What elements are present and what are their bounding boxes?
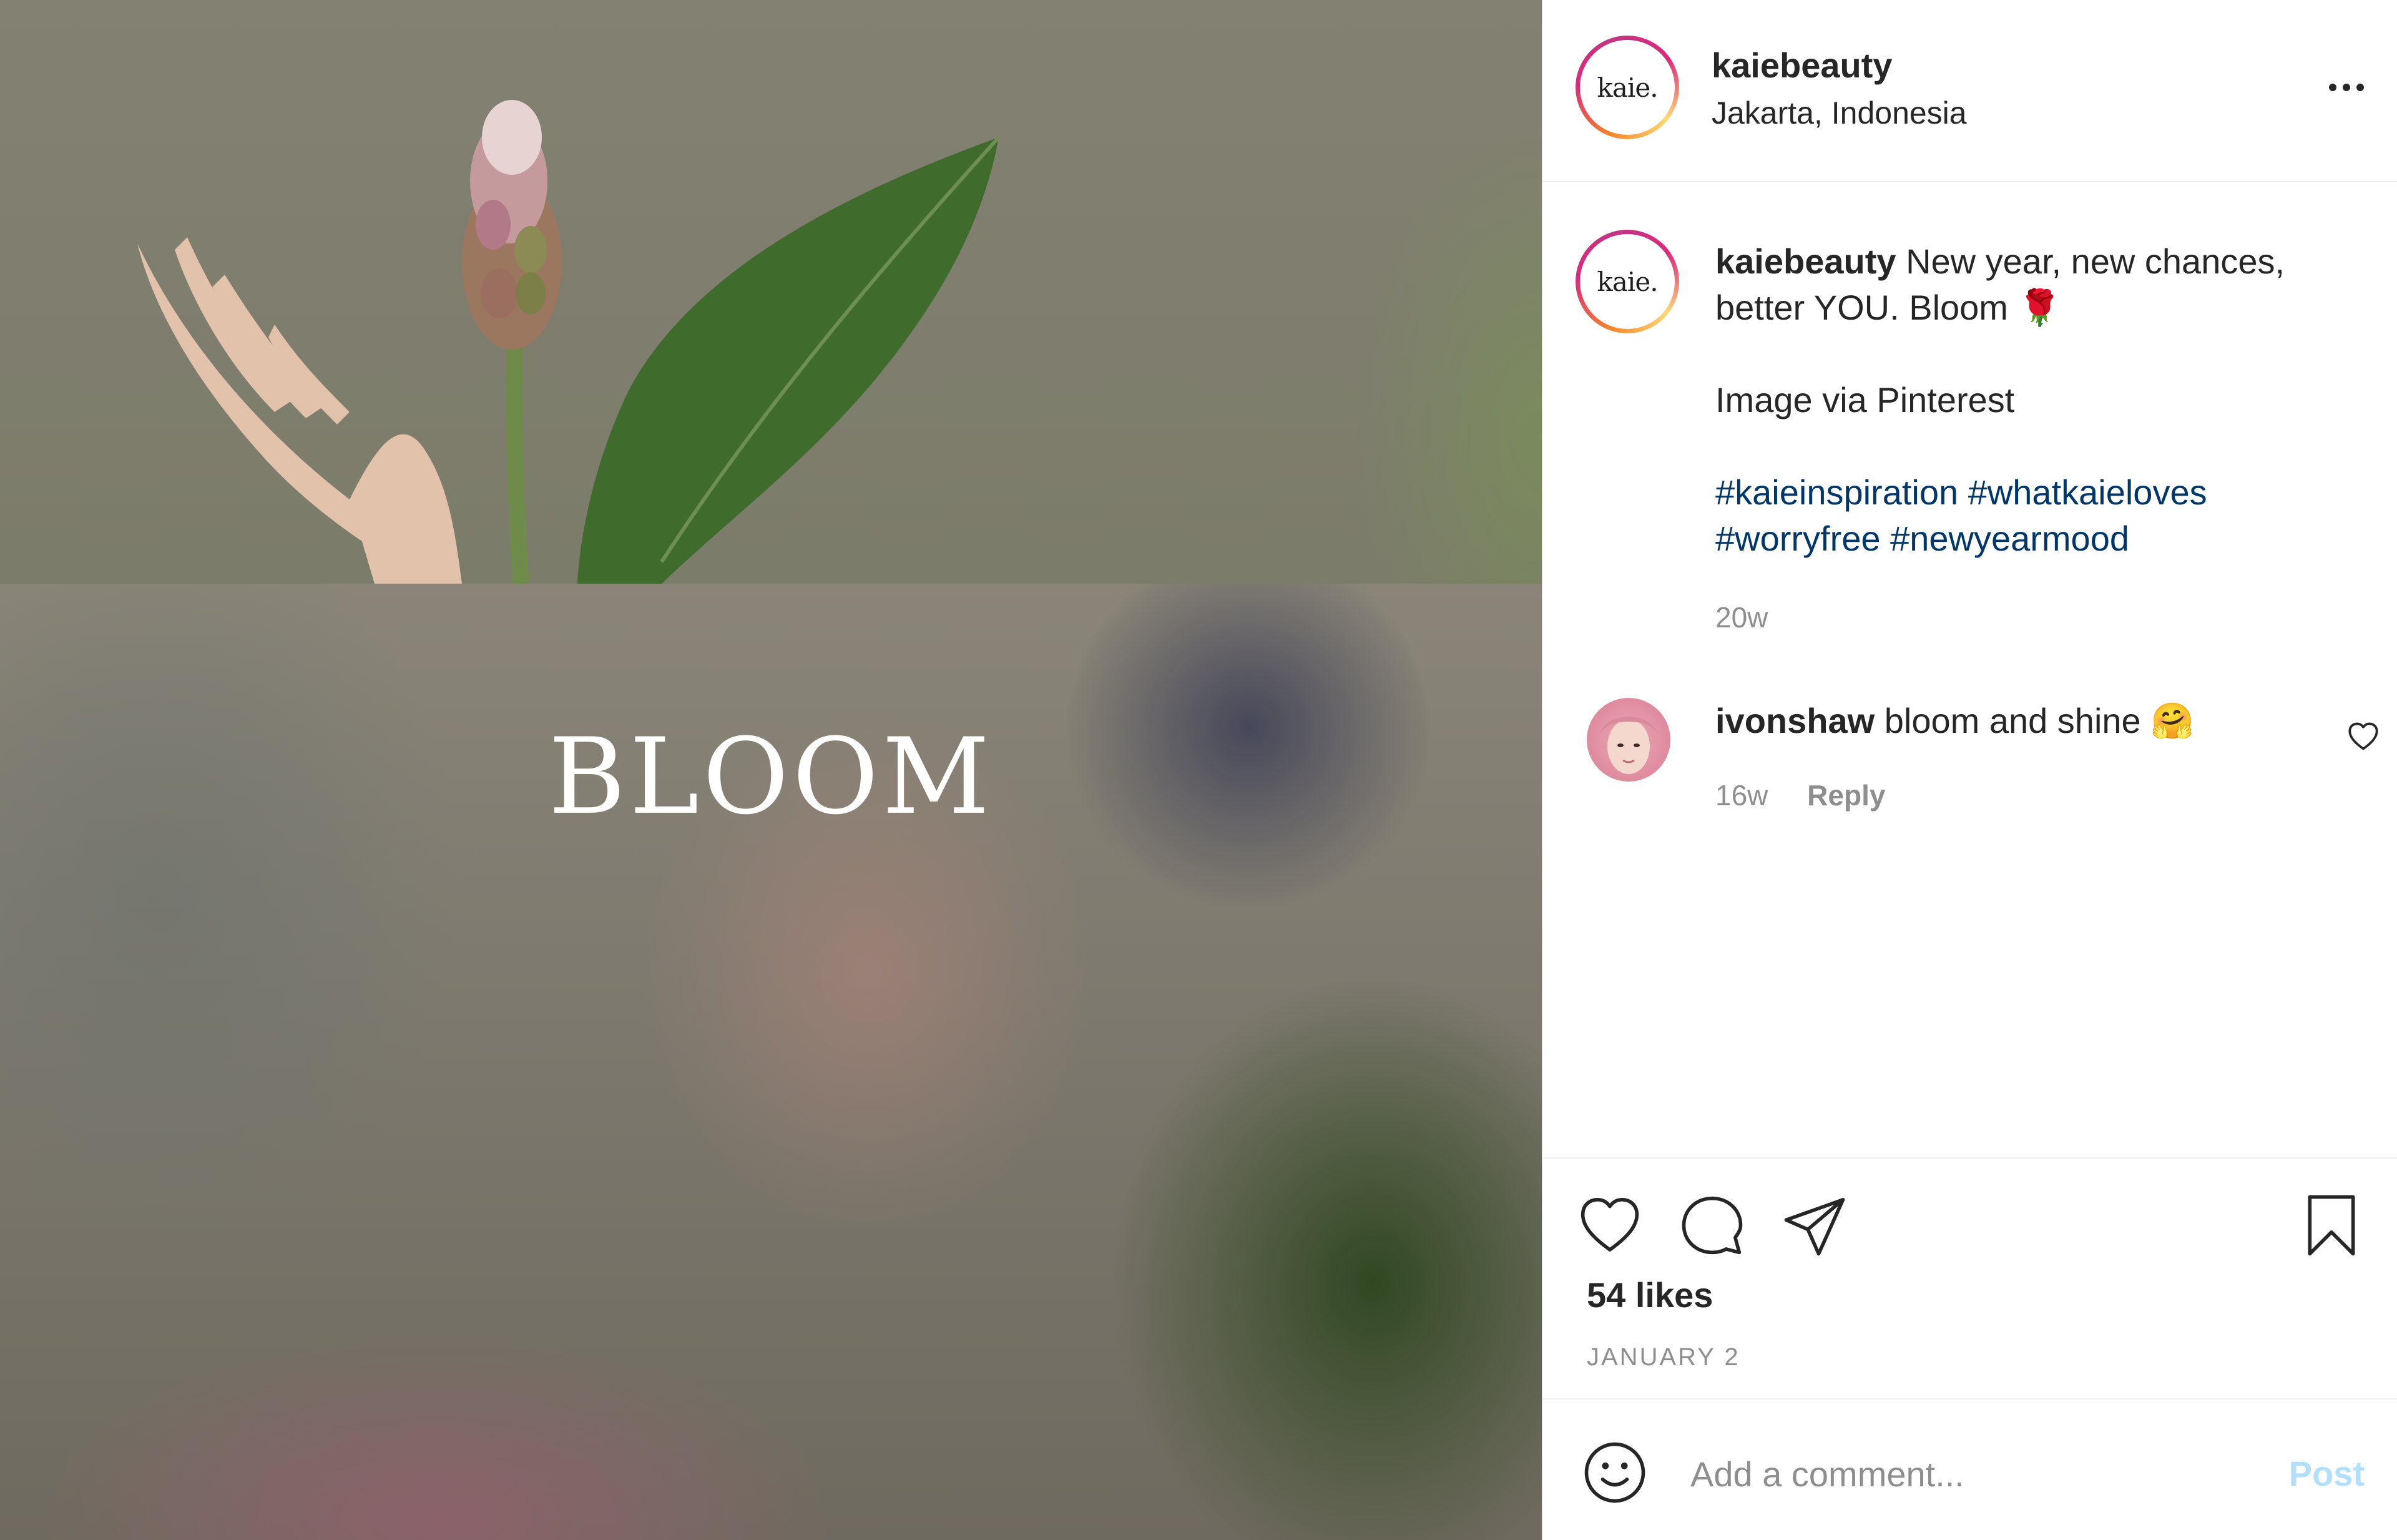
comments-section: kaie. kaiebeauty New year, new chances, … bbox=[1543, 182, 2397, 1156]
leaf-shape bbox=[577, 135, 1001, 584]
commenter-username[interactable]: ivonshaw bbox=[1715, 701, 1875, 740]
flower-shape bbox=[462, 100, 562, 350]
ellipsis-icon bbox=[2329, 84, 2364, 91]
post-location[interactable]: Jakarta, Indonesia bbox=[1712, 95, 1967, 131]
hand-shape bbox=[137, 237, 462, 584]
author-avatar[interactable]: kaie. bbox=[1576, 36, 1679, 139]
add-comment-bar: Post bbox=[1543, 1401, 2397, 1540]
brand-logo: kaie. bbox=[1597, 266, 1658, 297]
caption-text: kaiebeauty New year, new chances, better… bbox=[1715, 238, 2352, 562]
hashtag-link[interactable]: #whatkaieloves bbox=[1968, 473, 2207, 512]
hashtag-link[interactable]: #worryfree bbox=[1715, 519, 1881, 558]
hug-emoji: 🤗 bbox=[2150, 701, 2194, 740]
avatar-portrait bbox=[1599, 717, 1658, 774]
smiley-icon bbox=[1584, 1442, 1645, 1503]
post-actions: 54 likes JANUARY 2 bbox=[1543, 1157, 2397, 1400]
save-button[interactable] bbox=[2297, 1191, 2366, 1260]
heart-icon bbox=[1581, 1198, 1639, 1252]
caption-username[interactable]: kaiebeauty bbox=[1715, 242, 1896, 281]
post-side-panel: kaie. kaiebeauty Jakarta, Indonesia kaie… bbox=[1542, 0, 2397, 1540]
post-header: kaie. kaiebeauty Jakarta, Indonesia bbox=[1543, 0, 2397, 182]
author-username[interactable]: kaiebeauty bbox=[1712, 45, 1893, 86]
more-options-button[interactable] bbox=[2325, 66, 2368, 109]
bookmark-icon bbox=[2308, 1195, 2355, 1256]
comment-icon bbox=[1682, 1196, 1743, 1255]
post-date[interactable]: JANUARY 2 bbox=[1587, 1343, 1740, 1371]
photo-illustration bbox=[137, 100, 1001, 584]
comment-timestamp[interactable]: 16w bbox=[1715, 779, 1768, 812]
caption-timestamp[interactable]: 20w bbox=[1715, 601, 1768, 634]
caption-line-1: New year, new chances, bbox=[1906, 242, 2285, 281]
comment-input[interactable] bbox=[1690, 1446, 2227, 1502]
reply-button[interactable]: Reply bbox=[1807, 779, 1885, 812]
likes-count[interactable]: 54 likes bbox=[1587, 1275, 1713, 1315]
like-button[interactable] bbox=[1576, 1191, 1644, 1260]
stem-shape bbox=[506, 324, 529, 584]
like-comment-button[interactable] bbox=[2347, 720, 2380, 753]
hashtag-link[interactable]: #newyearmood bbox=[1890, 519, 2129, 558]
caption-credit: Image via Pinterest bbox=[1715, 380, 2015, 419]
comment-button[interactable] bbox=[1678, 1191, 1747, 1260]
post-comment-button[interactable]: Post bbox=[2289, 1453, 2365, 1494]
heart-icon bbox=[2348, 722, 2378, 750]
share-icon bbox=[1784, 1198, 1845, 1256]
comment-meta: 16w Reply bbox=[1715, 778, 1885, 812]
caption-avatar[interactable]: kaie. bbox=[1576, 230, 1679, 333]
commenter-avatar[interactable] bbox=[1587, 698, 1670, 782]
comment-body: bloom and shine bbox=[1884, 701, 2141, 740]
post-image-text: BLOOM bbox=[548, 715, 994, 838]
brand-logo: kaie. bbox=[1597, 72, 1658, 103]
hashtag-link[interactable]: #kaieinspiration bbox=[1715, 473, 1958, 512]
comment-text: ivonshaw bloom and shine 🤗 bbox=[1715, 698, 2277, 744]
caption-line-2: better YOU. Bloom bbox=[1715, 288, 2008, 327]
rose-emoji: 🌹 bbox=[2017, 288, 2062, 327]
post-media[interactable]: BLOOM bbox=[0, 0, 1542, 1540]
emoji-picker-button[interactable] bbox=[1581, 1438, 1649, 1507]
share-button[interactable] bbox=[1780, 1191, 1849, 1260]
